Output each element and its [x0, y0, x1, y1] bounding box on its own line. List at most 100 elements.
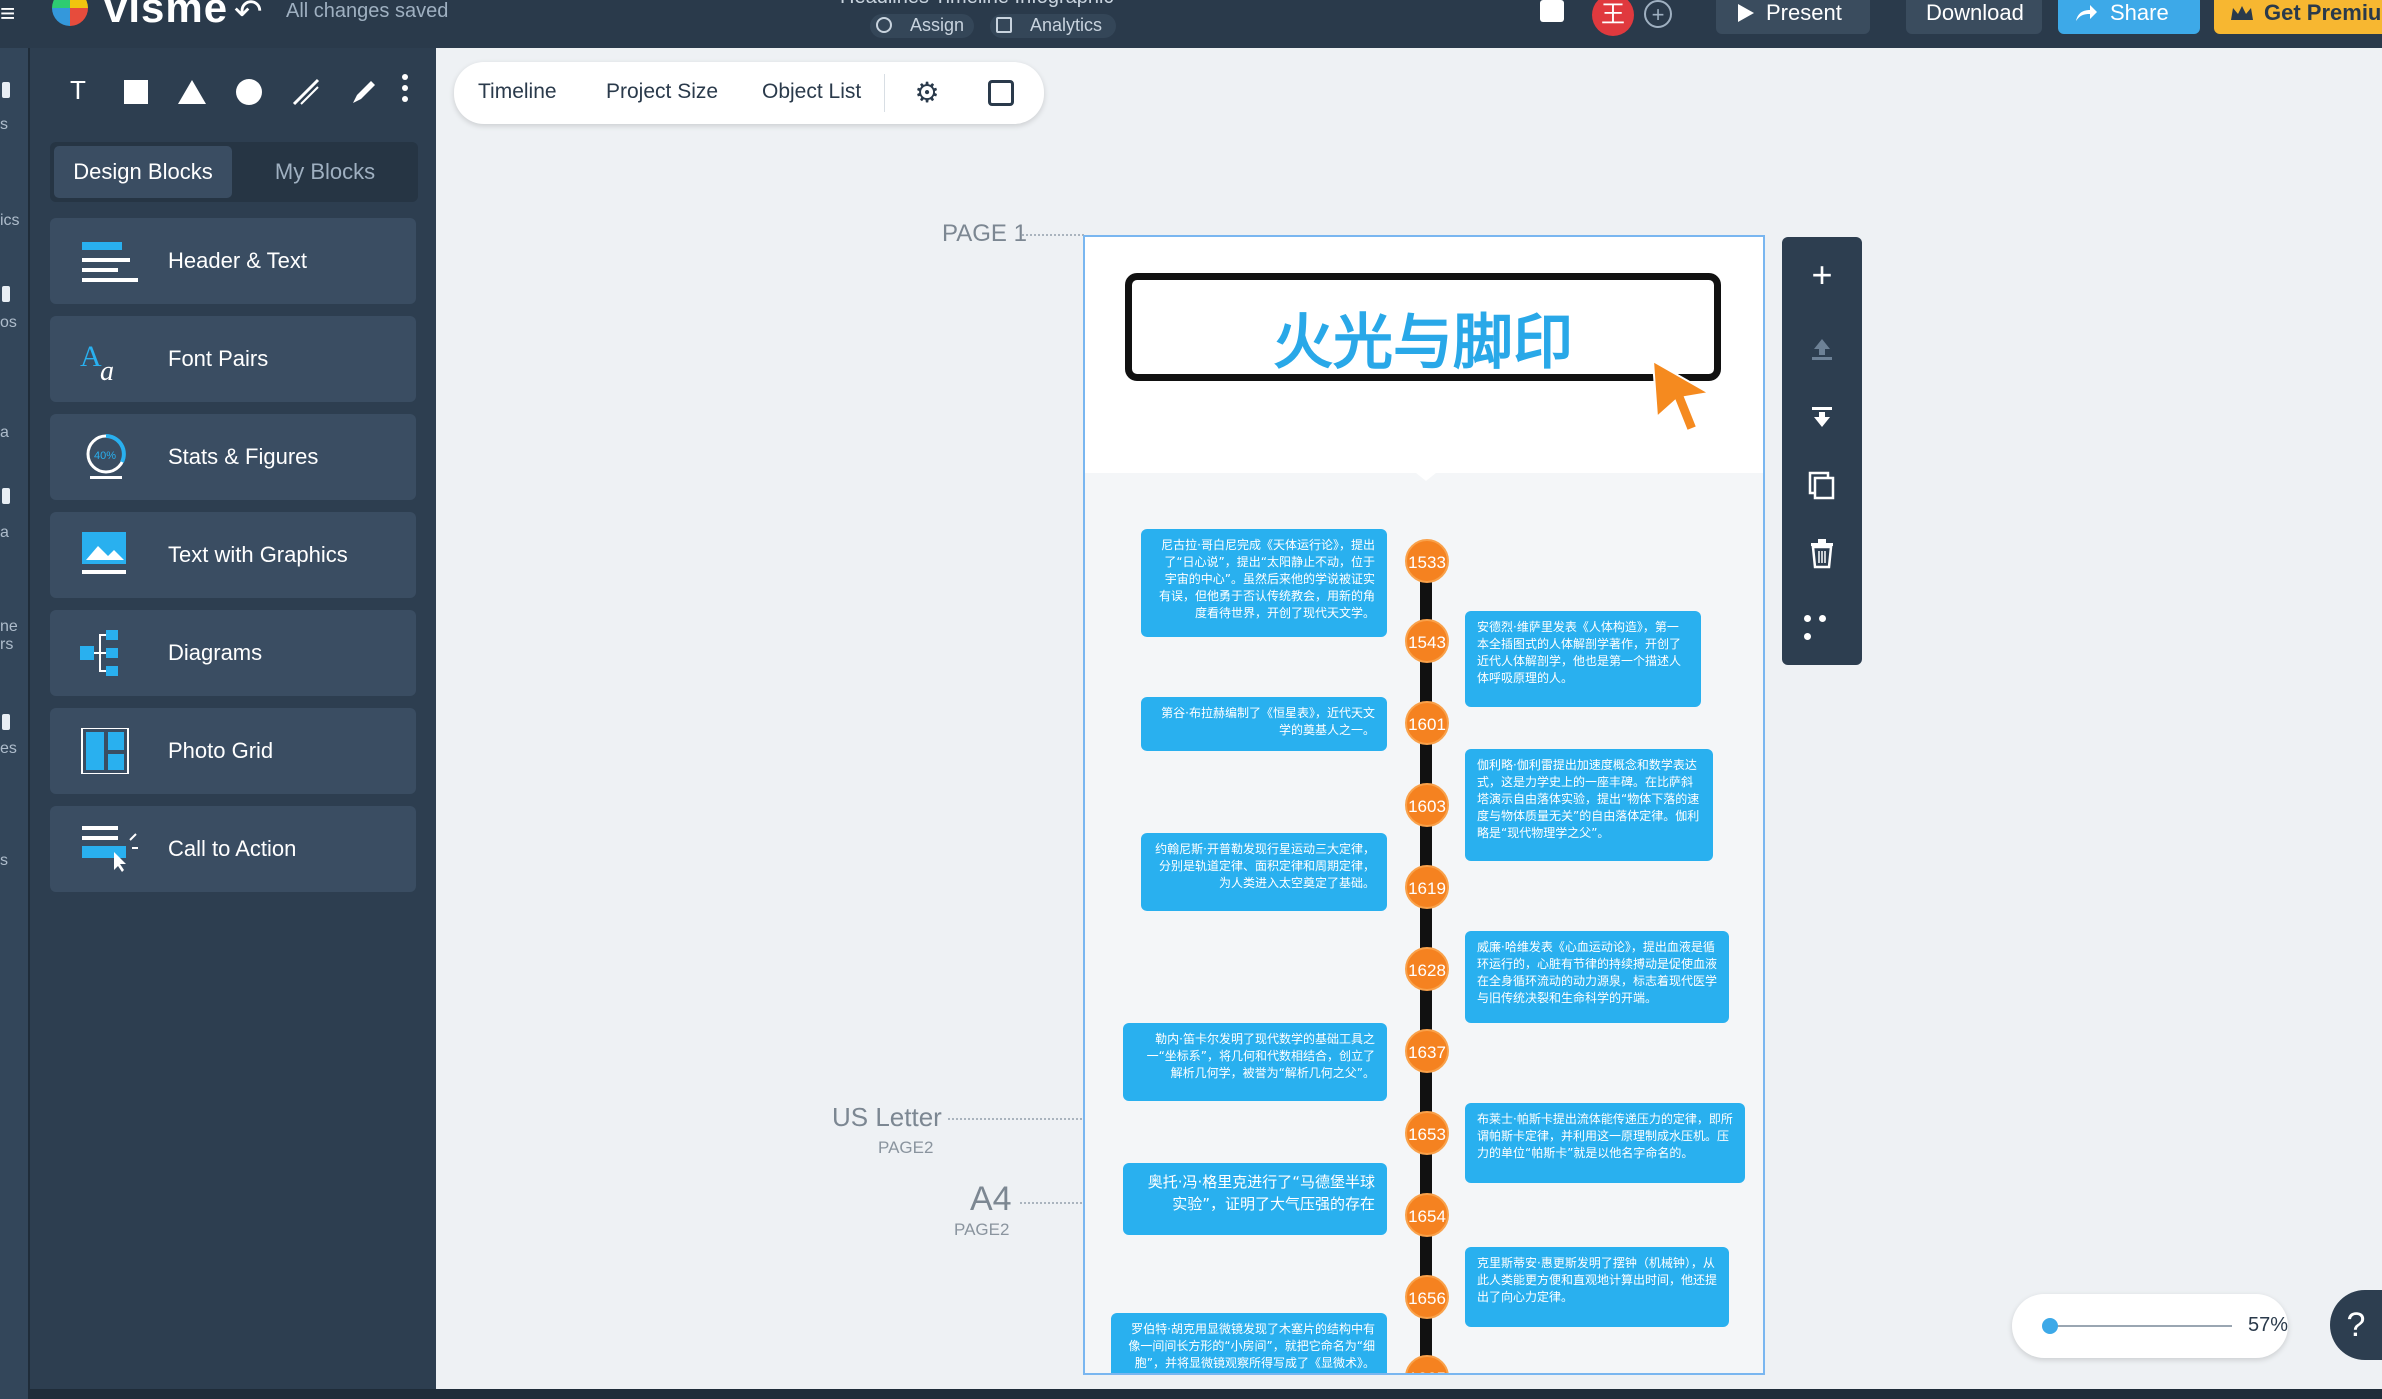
zoom-slider-track[interactable] [2048, 1325, 2232, 1327]
stats-badge: 40% [94, 450, 116, 462]
left-rail: s ics os a a ne rs es s [0, 48, 30, 1399]
event-card[interactable]: 奥托·冯·格里克进行了“马德堡半球实验”，证明了大气压强的存在 [1123, 1163, 1387, 1235]
year-marker[interactable]: 1619 [1405, 865, 1449, 909]
block-font-pairs[interactable]: Aa Font Pairs [50, 316, 416, 402]
event-card[interactable]: 克里斯蒂安·惠更斯发明了摆钟（机械钟），从此人类能更方便和直观地计算出时间，他还… [1465, 1247, 1729, 1327]
assign-button[interactable]: Assign [870, 14, 974, 38]
event-card[interactable]: 约翰尼斯·开普勒发现行星运动三大定律，分别是轨道定律、面积定律和周期定律，为人类… [1141, 833, 1387, 911]
document-title[interactable]: Headlines Timeline Infographic [840, 0, 1114, 9]
block-label: Font Pairs [168, 346, 269, 371]
rail-label-1[interactable]: s [0, 116, 28, 134]
event-card[interactable]: 威廉·哈维发表《心血运动论》，提出血液是循环运行的，心脏有节律的持续搏动是促使血… [1465, 931, 1729, 1023]
infographic-page[interactable]: 火光与脚印 1533 尼古拉·哥白尼完成《天体运行论》，提出了“日心说”，提出“太… [1083, 235, 1765, 1375]
title-frame[interactable]: 火光与脚印 [1125, 273, 1721, 381]
rail-label-2[interactable]: ics [0, 212, 28, 230]
line-shape [292, 79, 320, 106]
cursor-pointer-icon [1651, 359, 1712, 433]
move-up-icon[interactable] [1800, 327, 1844, 371]
block-stats-figures[interactable]: 40% Stats & Figures [50, 414, 416, 500]
year-marker[interactable]: 1654 [1405, 1193, 1449, 1237]
event-card[interactable]: 布莱士·帕斯卡提出流体能传递压力的定律，即所谓帕斯卡定律，并利用这一原理制成水压… [1465, 1103, 1745, 1183]
rail-icon-5[interactable] [2, 488, 10, 504]
rail-icon-3[interactable] [2, 286, 10, 302]
undo-icon[interactable]: ↶ [234, 0, 263, 32]
download-button[interactable]: Download [1906, 0, 2042, 34]
zoom-level[interactable]: 57% [2248, 1314, 2288, 1337]
event-card[interactable]: 尼古拉·哥白尼完成《天体运行论》，提出了“日心说”，提出“太阳静止不动，位于宇宙… [1141, 529, 1387, 637]
visme-logo-icon[interactable] [52, 0, 88, 26]
event-card[interactable]: 伽利略·伽利雷提出加速度概念和数学表达式，这是力学史上的一座丰碑。在比萨斜塔演示… [1465, 749, 1713, 861]
get-premium-label: Get Premium [2264, 0, 2382, 25]
zoom-slider-handle[interactable] [2042, 1318, 2058, 1334]
block-diagrams[interactable]: Diagrams [50, 610, 416, 696]
rectangle-tool-icon[interactable] [114, 68, 158, 112]
pen-tool-icon[interactable] [342, 68, 386, 112]
rail-label-3[interactable]: os [0, 314, 28, 332]
year-marker[interactable]: 1601 [1405, 701, 1449, 745]
object-list-button[interactable]: Object List [762, 80, 861, 104]
block-text-with-graphics[interactable]: Text with Graphics [50, 512, 416, 598]
settings-gear-icon[interactable]: ⚙ [912, 78, 942, 108]
logo-text[interactable]: visme [104, 0, 228, 32]
block-photo-grid[interactable]: Photo Grid [50, 708, 416, 794]
triangle-tool-icon[interactable] [170, 68, 214, 112]
rail-label-6[interactable]: ne rs [0, 618, 28, 654]
more-tools-icon[interactable] [400, 74, 410, 108]
tab-my-blocks[interactable]: My Blocks [236, 146, 414, 198]
add-user-icon[interactable]: + [1644, 0, 1672, 28]
top-bar: ≡ visme ↶ All changes saved Headlines Ti… [0, 0, 2382, 48]
header-text-icon [82, 242, 138, 282]
menu-icon[interactable]: ≡ [0, 0, 15, 30]
get-premium-button[interactable]: Get Premium [2214, 0, 2382, 34]
present-button[interactable]: Present [1716, 0, 1870, 34]
event-card[interactable]: 安德烈·维萨里发表《人体构造》，第一本全插图式的人体解剖学著作，开创了近代人体解… [1465, 611, 1701, 707]
project-size-button[interactable]: Project Size [606, 80, 718, 104]
us-letter-guide [948, 1118, 1082, 1120]
block-label: Header & Text [168, 248, 308, 273]
duplicate-icon[interactable] [1800, 463, 1844, 507]
more-options-icon[interactable] [1800, 609, 1844, 640]
photo-grid-icon [81, 728, 129, 774]
rail-label-5[interactable]: a [0, 524, 28, 542]
zoom-fit-icon[interactable] [988, 80, 1014, 106]
year-marker[interactable]: 1628 [1405, 947, 1449, 991]
add-page-icon[interactable]: + [1800, 253, 1844, 297]
event-card[interactable]: 第谷·布拉赫编制了《恒星表》，近代天文学的奠基人之一。 [1141, 697, 1387, 751]
infographic-title[interactable]: 火光与脚印 [1132, 294, 1714, 381]
event-card[interactable]: 勒内·笛卡尔发明了现代数学的基础工具之一“坐标系”，将几何和代数相结合，创立了解… [1123, 1023, 1387, 1101]
share-label: Share [2110, 0, 2169, 25]
share-button[interactable]: Share [2058, 0, 2200, 34]
move-down-icon[interactable] [1800, 395, 1844, 439]
rail-label-4[interactable]: a [0, 424, 28, 442]
tab-design-blocks[interactable]: Design Blocks [54, 146, 232, 198]
delete-trash-icon[interactable] [1800, 531, 1844, 575]
help-button[interactable]: ? [2330, 1290, 2382, 1360]
a4-label: A4 [970, 1180, 1012, 1218]
year-marker[interactable]: 1637 [1405, 1029, 1449, 1073]
text-graphics-icon [82, 532, 126, 574]
event-card[interactable]: 罗伯特·胡克用显微镜发现了木塞片的结构中有像一间间长方形的“小房间”，就把它命名… [1111, 1313, 1387, 1373]
rail-icon-7[interactable] [2, 714, 10, 730]
block-call-to-action[interactable]: Call to Action [50, 806, 416, 892]
circle-shape [236, 79, 262, 106]
rail-label-7[interactable]: es [0, 740, 28, 758]
block-header-text[interactable]: Header & Text [50, 218, 416, 304]
download-label: Download [1926, 0, 2024, 25]
year-marker[interactable]: 1665 [1405, 1355, 1449, 1373]
line-tool-icon[interactable] [284, 68, 328, 112]
rail-label-8[interactable]: s [0, 852, 28, 870]
diagrams-icon [80, 630, 118, 676]
timeline-button[interactable]: Timeline [478, 80, 557, 104]
rail-icon-1[interactable] [2, 82, 10, 98]
comment-icon[interactable] [1540, 0, 1564, 22]
block-label: Call to Action [168, 836, 297, 861]
year-marker[interactable]: 1543 [1405, 619, 1449, 663]
year-marker[interactable]: 1653 [1405, 1111, 1449, 1155]
circle-tool-icon[interactable] [227, 68, 271, 112]
analytics-button[interactable]: Analytics [990, 14, 1116, 38]
year-marker[interactable]: 1656 [1405, 1275, 1449, 1319]
text-tool-icon[interactable]: T [56, 68, 100, 112]
avatar[interactable]: 王 [1592, 0, 1634, 36]
year-marker[interactable]: 1603 [1405, 783, 1449, 827]
year-marker[interactable]: 1533 [1405, 539, 1449, 583]
